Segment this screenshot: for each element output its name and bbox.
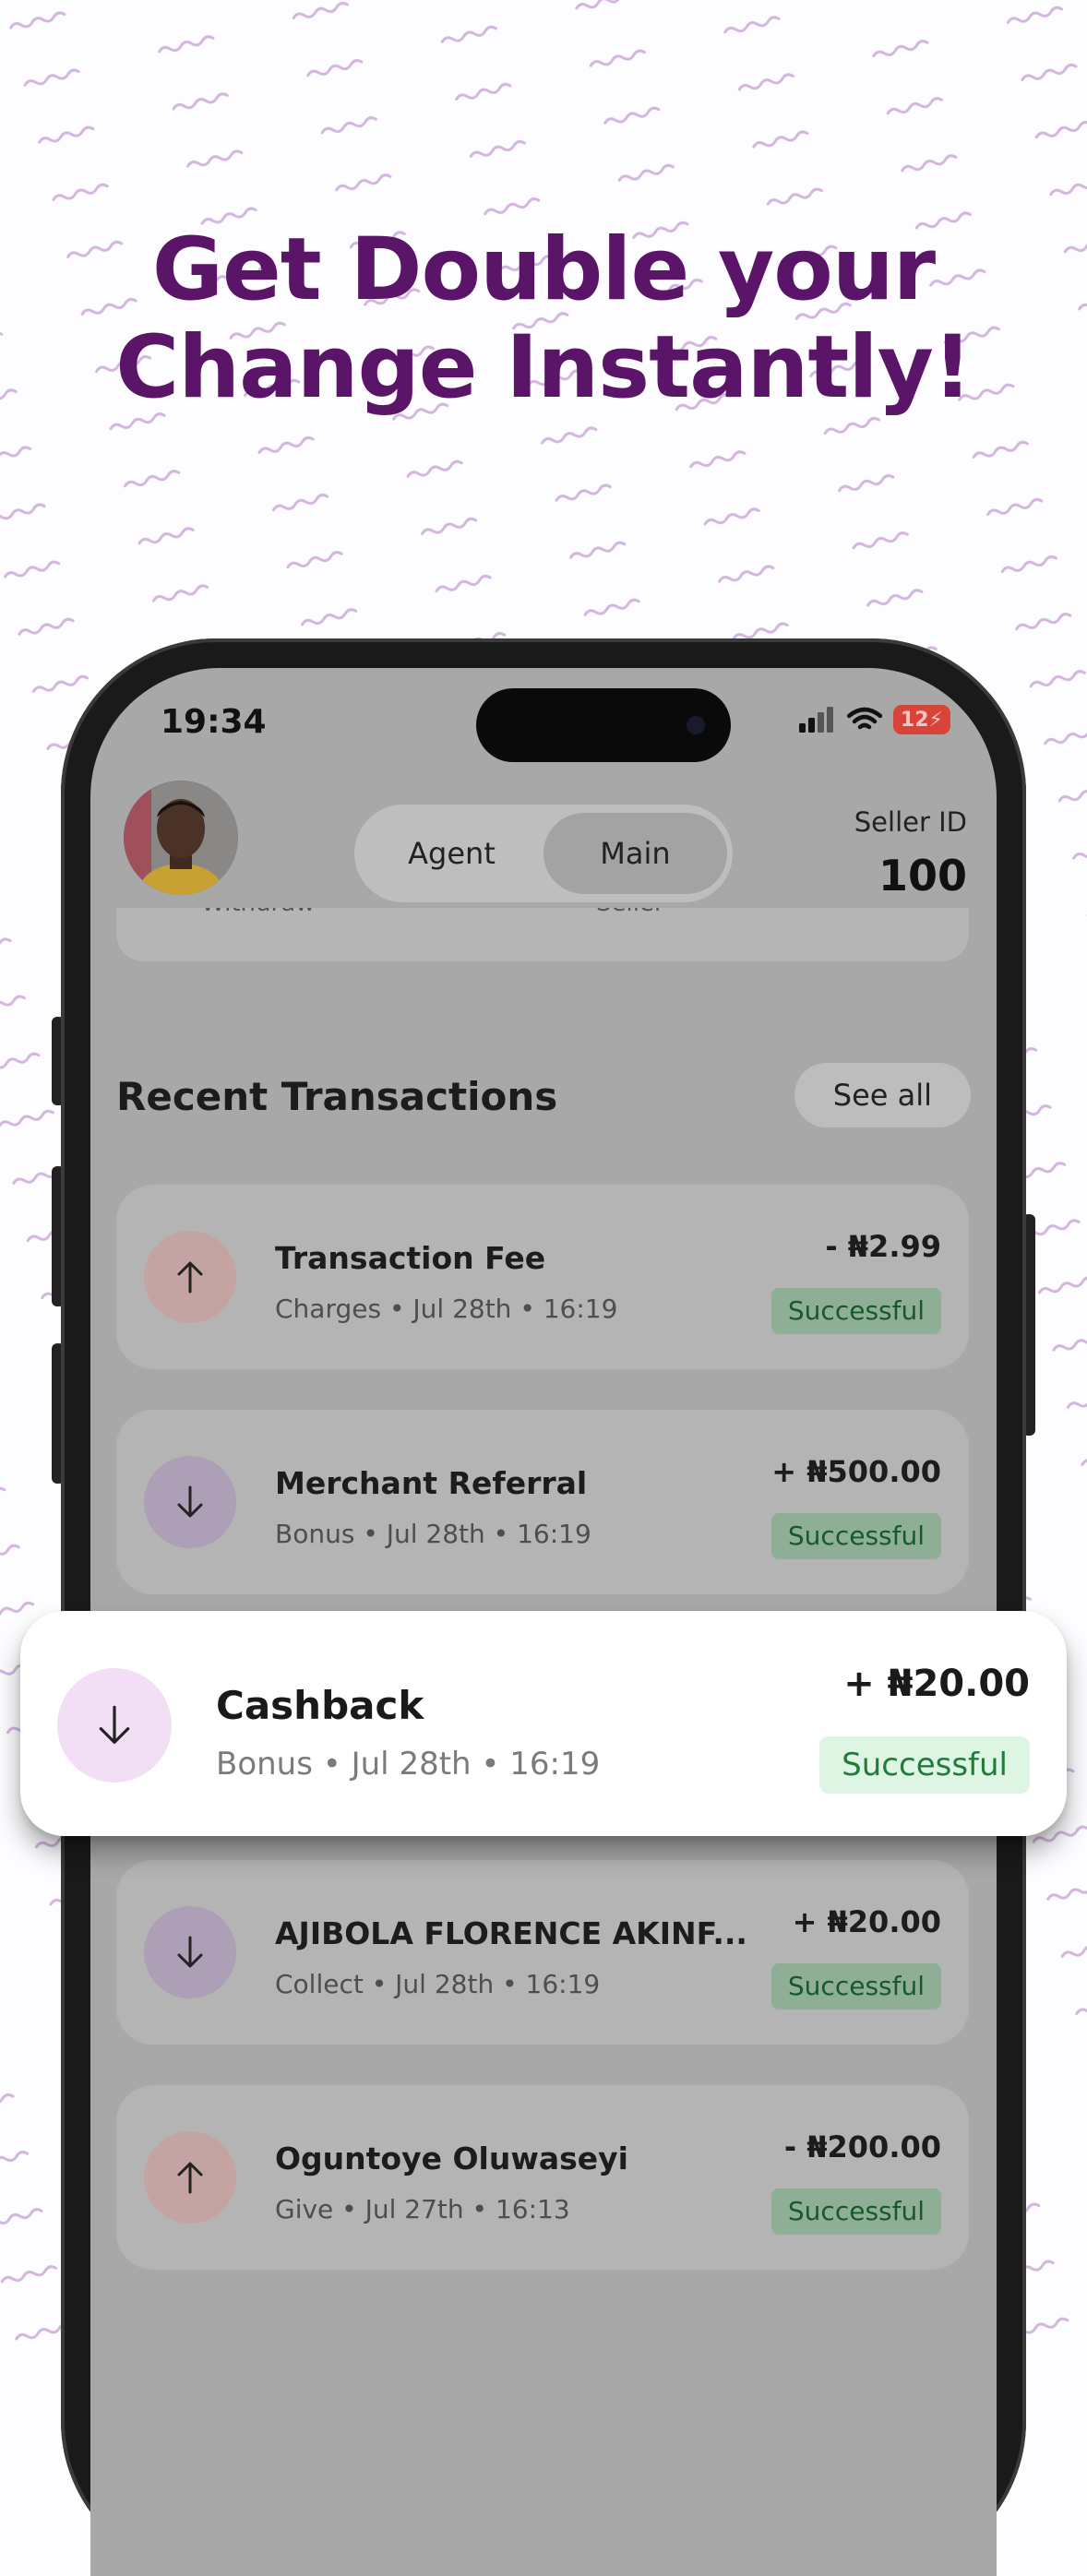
highlighted-transaction-card[interactable]: Cashback Bonus • Jul 28th • 16:19 + ₦20.… xyxy=(20,1611,1067,1836)
arrow-down-icon xyxy=(57,1668,172,1783)
camera-icon xyxy=(687,716,705,734)
highlight-name: Cashback xyxy=(216,1683,424,1728)
battery-icon: 12 ⚡ xyxy=(892,705,950,734)
transaction-row[interactable]: Transaction Fee Charges • Jul 28th • 16:… xyxy=(116,1185,969,1369)
dynamic-island xyxy=(476,688,731,762)
transaction-subtitle: Give • Jul 27th • 16:13 xyxy=(275,2194,570,2224)
status-badge: Successful xyxy=(770,1963,941,2010)
seller-id-value: 100 xyxy=(878,851,967,900)
transaction-amount: + ₦20.00 xyxy=(792,1904,941,1939)
seller-id-label: Seller ID xyxy=(854,806,967,838)
recent-transactions-title: Recent Transactions xyxy=(116,1074,558,1119)
arrow-down-icon xyxy=(144,1906,236,1998)
withdraw-label[interactable]: Withdraw xyxy=(201,908,315,917)
arrow-down-icon xyxy=(144,1456,236,1548)
highlight-amount: + ₦20.00 xyxy=(843,1663,1030,1705)
transaction-subtitle: Charges • Jul 28th • 16:19 xyxy=(275,1294,618,1324)
status-badge: Successful xyxy=(770,1288,941,1334)
transaction-amount: - ₦2.99 xyxy=(825,1229,941,1264)
transaction-row[interactable]: Merchant Referral Bonus • Jul 28th • 16:… xyxy=(116,1410,969,1594)
transaction-row[interactable]: Oguntoye Oluwaseyi Give • Jul 27th • 16:… xyxy=(116,2085,969,2270)
status-icons: 12 ⚡ xyxy=(798,705,950,734)
transaction-name: Merchant Referral xyxy=(275,1465,588,1501)
transaction-row[interactable]: AJIBOLA FLORENCE AKINF... Collect • Jul … xyxy=(116,1860,969,2045)
arrow-up-icon xyxy=(144,2131,236,2224)
headline-line-2: Change Instantly! xyxy=(115,317,972,418)
highlight-status-badge: Successful xyxy=(819,1736,1030,1794)
transaction-subtitle: Collect • Jul 28th • 16:19 xyxy=(275,1969,601,1999)
tab-main[interactable]: Main xyxy=(544,813,727,894)
avatar[interactable] xyxy=(124,781,238,895)
transaction-name: AJIBOLA FLORENCE AKINF... xyxy=(275,1915,747,1951)
transaction-subtitle: Bonus • Jul 28th • 16:19 xyxy=(275,1519,591,1549)
seller-label[interactable]: Seller xyxy=(596,908,664,917)
status-time: 19:34 xyxy=(161,703,267,741)
tab-agent[interactable]: Agent xyxy=(360,813,544,894)
battery-level: 12 xyxy=(900,708,929,732)
quick-actions-card: Withdraw Seller xyxy=(116,908,969,961)
status-badge: Successful xyxy=(770,1513,941,1559)
arrow-up-icon xyxy=(144,1231,236,1323)
transaction-name: Transaction Fee xyxy=(275,1240,546,1276)
promo-headline: Get Double your Change Instantly! xyxy=(0,221,1087,417)
avatar-photo xyxy=(124,781,238,895)
headline-line-1: Get Double your xyxy=(151,220,936,320)
transaction-amount: - ₦200.00 xyxy=(783,2129,941,2165)
status-badge: Successful xyxy=(770,2188,941,2235)
account-switcher: Agent Main xyxy=(354,805,733,902)
transaction-amount: + ₦500.00 xyxy=(771,1454,941,1489)
phone-frame: 19:34 12 ⚡ Agent Main Seller ID 100 Rece… xyxy=(61,638,1026,2576)
highlight-subtitle: Bonus • Jul 28th • 16:19 xyxy=(216,1746,601,1783)
transaction-name: Oguntoye Oluwaseyi xyxy=(275,2141,628,2176)
see-all-button[interactable]: See all xyxy=(794,1063,971,1127)
wifi-icon xyxy=(846,707,882,730)
signal-icon xyxy=(798,707,833,733)
